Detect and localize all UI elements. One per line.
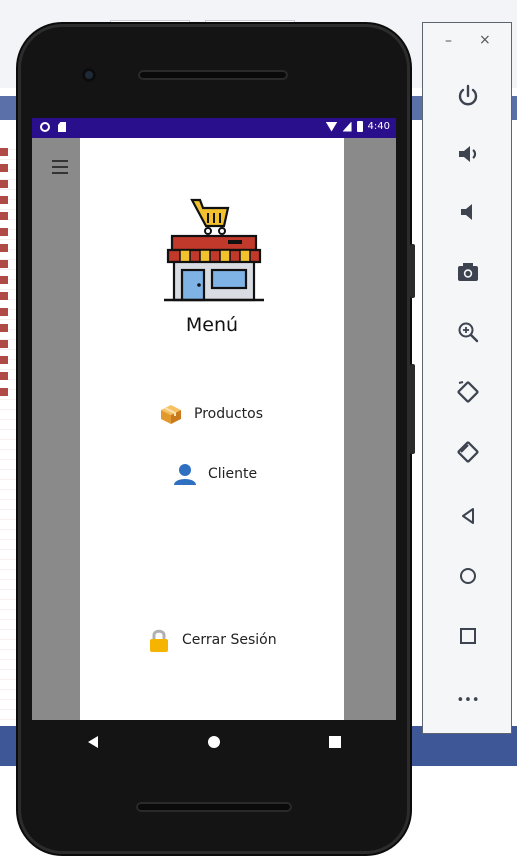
wifi-icon [325,121,338,132]
app-content: Menú Productos Cliente Cerrar Sesión [32,138,396,720]
front-camera [82,68,96,82]
zoom-button[interactable] [451,315,485,349]
overview-nav-button[interactable] [451,619,485,653]
home-icon [460,568,476,584]
emulator-toolbar: – × ••• [422,22,512,734]
device-screen: 4:40 Menú Productos Cliente Cerrar Sesió… [32,118,396,720]
overview-icon [460,628,476,644]
status-clock: 4:40 [367,121,390,132]
back-icon[interactable] [86,735,100,749]
screenshot-button[interactable] [451,255,485,289]
store-cart-icon [164,198,264,302]
notification-icon [40,122,50,132]
emulator-window-controls: – × [423,32,513,57]
sd-card-icon [58,122,66,132]
navigation-drawer: Menú Productos Cliente Cerrar Sesión [80,138,344,720]
rotate-left-button[interactable] [451,375,485,409]
power-button[interactable] [451,79,485,113]
more-button[interactable]: ••• [451,683,485,717]
back-nav-button[interactable] [451,499,485,533]
volume-down-button[interactable] [451,195,485,229]
menu-item-productos[interactable]: Productos [158,402,263,426]
overview-icon[interactable] [328,735,342,749]
power-icon [458,84,478,106]
hamburger-menu-icon[interactable] [52,160,68,174]
camera-icon [458,263,478,281]
logout-label: Cerrar Sesión [182,632,277,648]
logout-button[interactable]: Cerrar Sesión [146,628,277,652]
back-icon [462,508,474,524]
earpiece-speaker [138,70,288,80]
status-bar: 4:40 [32,118,396,138]
minimize-button[interactable]: – [445,33,452,49]
home-icon[interactable] [207,735,221,749]
rotate-right-icon [457,441,479,463]
scrim-right[interactable] [344,138,396,720]
bottom-speaker [136,802,292,812]
volume-up-button[interactable] [451,137,485,171]
side-button [410,244,415,298]
rotate-right-button[interactable] [451,435,485,469]
menu-item-label: Productos [194,406,264,422]
scrim-left[interactable] [32,138,80,720]
menu-title: Menú [185,314,239,336]
close-button[interactable]: × [479,32,491,48]
menu-item-cliente[interactable]: Cliente [172,462,257,486]
volume-down-icon [461,204,472,220]
side-button [410,364,415,454]
rotate-left-icon [457,381,479,403]
zoom-icon [458,322,479,343]
home-nav-button[interactable] [451,559,485,593]
android-nav-bar [32,720,396,764]
signal-icon [342,121,352,132]
phone-frame: 4:40 Menú Productos Cliente Cerrar Sesió… [18,24,415,854]
more-icon: ••• [456,692,480,708]
battery-icon [356,121,363,132]
ide-code-gutter [0,140,16,720]
volume-up-icon [459,146,477,162]
user-icon [174,464,196,485]
menu-item-label: Cliente [208,466,258,482]
lock-icon [150,629,168,652]
package-icon [161,405,181,424]
